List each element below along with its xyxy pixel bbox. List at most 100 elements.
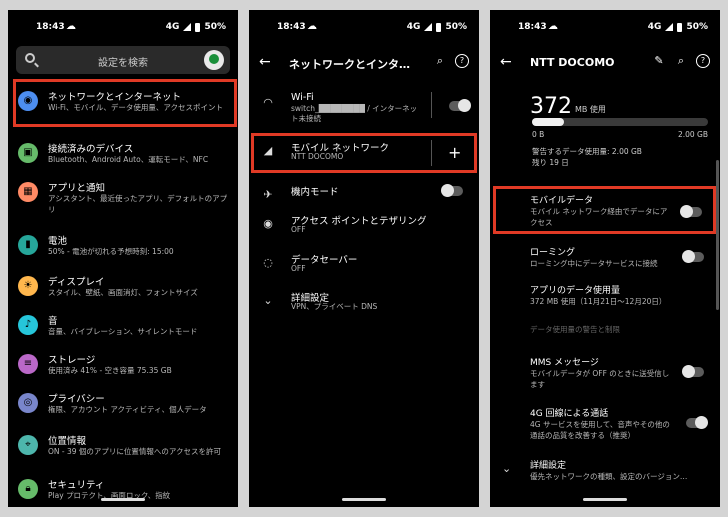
hotspot-row[interactable]: ◉ アクセス ポイントとテザリング OFF (249, 213, 479, 247)
settings-item-privacy[interactable]: ◎ プライバシー 権限、アカウント アクティビティ、個人データ (8, 386, 238, 428)
settings-item-title: 接続済みのデバイス (48, 144, 134, 155)
settings-item-title: 電池 (48, 236, 68, 247)
airplane-toggle[interactable] (441, 184, 463, 197)
cloud-icon: ☁ (548, 21, 558, 32)
search-placeholder: 設定を検索 (98, 58, 148, 69)
signal-icon (183, 23, 192, 31)
signal-icon (424, 23, 433, 31)
settings-item-storage[interactable]: ≡ ストレージ 使用済み 41% - 空き容量 75.35 GB (8, 347, 238, 389)
battery-status-icon (195, 22, 201, 32)
usage-unit: MB 使用 (575, 105, 606, 114)
network-type: 4G (406, 22, 421, 32)
home-indicator[interactable] (583, 498, 627, 501)
row-subtitle: モバイルデータが OFF のときに送受信します (530, 369, 670, 389)
scrollbar[interactable] (716, 160, 719, 310)
settings-item-title: アプリと通知 (48, 183, 106, 194)
airplane-icon: ✈ (263, 188, 273, 201)
settings-item-apps[interactable]: ▦ アプリと通知 アシスタント、最近使ったアプリ、デフォルトのアプリ (8, 175, 238, 217)
sound-icon: ♪ (18, 315, 38, 335)
apps-icon: ▦ (18, 182, 38, 202)
bar-min-label: 0 B (532, 130, 545, 139)
page-title: ネットワークとインタ… (289, 58, 410, 71)
settings-item-subtitle: 50% - 電池が切れる予想時刻: 15:00 (48, 247, 174, 256)
status-bar: 18:43 ☁ 4G 50% (249, 10, 479, 40)
highlight-box (493, 186, 716, 234)
settings-item-title: プライバシー (48, 394, 105, 405)
settings-item-subtitle: ON - 39 個のアプリに位置情報へのアクセスを許可 (48, 447, 222, 456)
app-bar: ← NTT DOCOMO ✎ ⌕ ? (490, 46, 720, 78)
settings-item-devices[interactable]: ▣ 接続済みのデバイス Bluetooth、Android Auto、運転モード… (8, 136, 238, 178)
status-time: 18:43 (277, 22, 306, 32)
settings-item-title: 位置情報 (48, 436, 87, 447)
roaming-toggle[interactable] (682, 250, 704, 263)
back-arrow-icon[interactable]: ← (500, 55, 512, 69)
location-icon: ⌖ (18, 435, 38, 455)
app-data-usage-row[interactable]: アプリのデータ使用量 372 MB 使用（11月21日〜12月20日） (530, 283, 720, 313)
home-indicator[interactable] (342, 498, 386, 501)
highlight-box (251, 133, 477, 173)
settings-item-display[interactable]: ☀ ディスプレイ スタイル、壁紙、画面消灯、フォントサイズ (8, 269, 238, 311)
status-time: 18:43 (518, 22, 547, 32)
battery-level: 50% (204, 22, 226, 32)
roaming-row[interactable]: ローミング ローミング中にデータサービスに接続 (530, 245, 720, 275)
settings-item-sound[interactable]: ♪ 音 音量、バイブレーション、サイレントモード (8, 308, 238, 350)
lock-icon: 🔒︎ (18, 479, 38, 499)
status-bar: 18:43 ☁ 4G 50% (8, 10, 238, 40)
settings-item-title: 音 (48, 316, 58, 327)
bar-max-label: 2.00 GB (677, 130, 708, 139)
search-icon[interactable]: ⌕ (433, 54, 447, 68)
settings-item-subtitle: Bluetooth、Android Auto、運転モード、NFC (48, 155, 209, 164)
divider (431, 92, 432, 118)
chevron-down-icon: ⌄ (263, 294, 273, 307)
volte-row[interactable]: 4G 回線による通話 4G サービスを使用して、音声やその他の通話の品質を改善す… (530, 406, 720, 450)
signal-icon (665, 23, 674, 31)
app-bar: ← ネットワークとインタ… ⌕ ? (249, 46, 479, 78)
search-icon[interactable]: ⌕ (674, 54, 688, 68)
mms-row[interactable]: MMS メッセージ モバイルデータが OFF のときに送受信します (530, 355, 720, 395)
settings-item-battery[interactable]: ▮ 電池 50% - 電池が切れる予想時刻: 15:00 (8, 228, 238, 270)
cloud-icon: ☁ (66, 21, 76, 32)
warning-text: 警告するデータ使用量: 2.00 GB (532, 147, 642, 156)
devices-icon: ▣ (18, 143, 38, 163)
wifi-toggle[interactable] (449, 99, 471, 112)
help-icon[interactable]: ? (696, 54, 710, 68)
data-saver-row[interactable]: ◌ データセーバー OFF (249, 252, 479, 286)
display-icon: ☀ (18, 276, 38, 296)
wifi-row[interactable]: ◠ Wi-Fi switch_████████ / インターネット未接続 (249, 92, 479, 132)
advanced-row[interactable]: ⌄ 詳細設定 VPN、プライベート DNS (249, 290, 479, 324)
back-arrow-icon[interactable]: ← (259, 55, 271, 69)
data-warning-row: データ使用量の警告と制限 (530, 324, 720, 340)
row-subtitle: 4G サービスを使用して、音声やその他の通話の品質を改善する（推奨） (530, 420, 670, 440)
mms-toggle[interactable] (682, 365, 704, 378)
home-indicator[interactable] (101, 498, 145, 501)
row-title: アプリのデータ使用量 (530, 286, 621, 296)
settings-item-title: セキュリティ (48, 480, 105, 491)
battery-status-icon (436, 22, 442, 32)
privacy-icon: ◎ (18, 393, 38, 413)
settings-search-bar[interactable]: 設定を検索 (16, 46, 230, 74)
status-time: 18:43 (36, 22, 65, 32)
docomo-screen: 18:43 ☁ 4G 50% ← NTT DOCOMO ✎ ⌕ ? 372 MB… (490, 10, 720, 507)
row-title: Wi-Fi (291, 92, 314, 103)
settings-item-security[interactable]: 🔒︎ セキュリティ Play プロテクト、画面ロック、指紋 (8, 472, 238, 507)
volte-toggle[interactable] (686, 416, 708, 429)
row-title: 機内モード (291, 187, 339, 198)
avatar[interactable] (204, 50, 224, 70)
hotspot-icon: ◉ (263, 217, 273, 230)
row-subtitle: 優先ネットワークの種類、設定のバージョン… (530, 472, 688, 481)
page-title: NTT DOCOMO (530, 56, 615, 69)
advanced-row[interactable]: 詳細設定 優先ネットワークの種類、設定のバージョン… (530, 458, 720, 486)
row-subtitle: 372 MB 使用（11月21日〜12月20日） (530, 297, 667, 306)
help-icon[interactable]: ? (455, 54, 469, 68)
row-subtitle: switch_████████ / インターネット未接続 (291, 104, 418, 123)
chevron-down-icon: ⌄ (502, 462, 512, 475)
edit-icon[interactable]: ✎ (652, 54, 666, 68)
row-subtitle: ローミング中にデータサービスに接続 (530, 259, 658, 268)
row-subtitle: OFF (291, 225, 306, 234)
settings-item-title: ディスプレイ (48, 277, 105, 288)
battery-icon: ▮ (18, 235, 38, 255)
usage-value: 372 (530, 94, 572, 119)
settings-item-location[interactable]: ⌖ 位置情報 ON - 39 個のアプリに位置情報へのアクセスを許可 (8, 428, 238, 470)
highlight-box (13, 79, 237, 127)
airplane-mode-row[interactable]: ✈ 機内モード (249, 184, 479, 208)
